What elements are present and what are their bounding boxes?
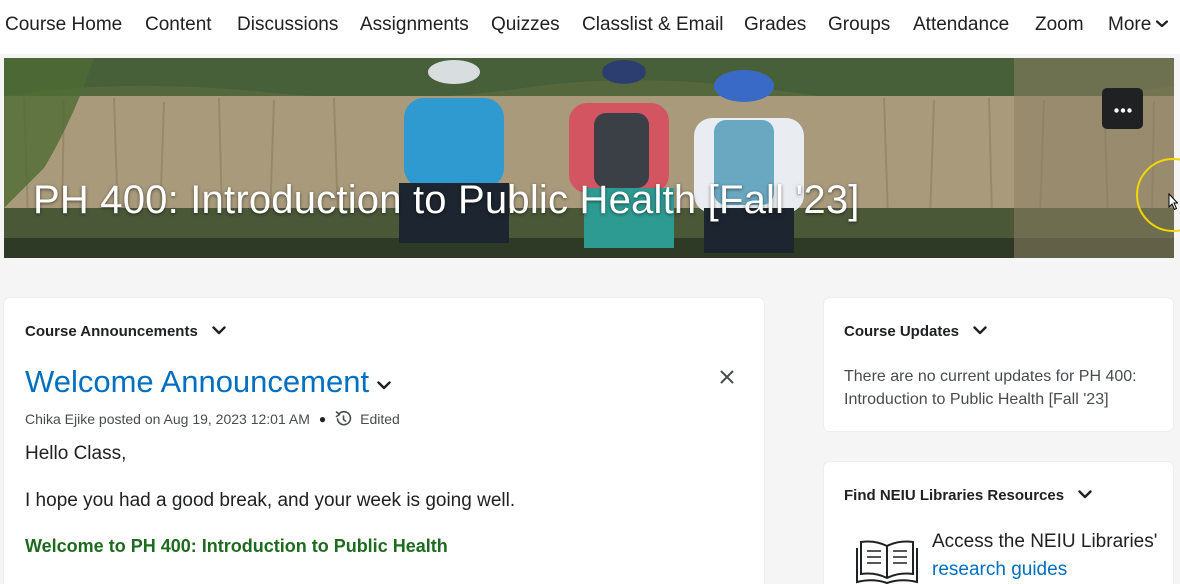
nav-classlist-email[interactable]: Classlist & Email bbox=[582, 14, 723, 36]
separator-dot: ● bbox=[318, 411, 327, 426]
library-header: Find NEIU Libraries Resources bbox=[844, 487, 1092, 504]
nav-more-dropdown[interactable]: More bbox=[1108, 12, 1169, 36]
chevron-down-icon[interactable] bbox=[377, 377, 391, 395]
ellipsis-icon bbox=[1113, 100, 1132, 118]
nav-zoom[interactable]: Zoom bbox=[1035, 14, 1084, 36]
banner-options-button[interactable] bbox=[1102, 88, 1143, 129]
nav-grades[interactable]: Grades bbox=[744, 14, 806, 36]
course-updates-message: There are no current updates for PH 400:… bbox=[844, 368, 1137, 408]
edited-label: Edited bbox=[360, 410, 400, 427]
edited-history-icon bbox=[335, 410, 352, 427]
announcements-header-label: Course Announcements bbox=[25, 323, 198, 340]
nav-assignments[interactable]: Assignments bbox=[360, 14, 469, 36]
library-description: Access the NEIU Libraries' research guid… bbox=[932, 528, 1172, 584]
mouse-pointer-icon bbox=[1168, 193, 1178, 211]
chevron-down-icon[interactable] bbox=[973, 322, 987, 339]
nav-groups[interactable]: Groups bbox=[828, 14, 890, 36]
nav-course-home[interactable]: Course Home bbox=[5, 14, 122, 36]
course-title: PH 400: Introduction to Public Health [F… bbox=[33, 178, 860, 222]
announcement-title-link[interactable]: Welcome Announcement bbox=[25, 364, 369, 400]
announcement-author-date: Chika Ejike posted on Aug 19, 2023 12:01… bbox=[25, 410, 310, 427]
announcement-paragraph: I hope you had a good break, and your we… bbox=[25, 490, 516, 511]
close-icon[interactable] bbox=[720, 370, 734, 389]
nav-attendance[interactable]: Attendance bbox=[913, 14, 1009, 36]
chevron-down-icon[interactable] bbox=[212, 322, 226, 339]
announcement-meta: Chika Ejike posted on Aug 19, 2023 12:01… bbox=[25, 410, 400, 427]
chevron-down-icon bbox=[1156, 12, 1169, 34]
announcement-highlight: Welcome to PH 400: Introduction to Publi… bbox=[25, 536, 448, 556]
library-header-label: Find NEIU Libraries Resources bbox=[844, 487, 1065, 504]
nav-discussions[interactable]: Discussions bbox=[237, 14, 338, 36]
banner-image bbox=[4, 58, 1174, 258]
library-text: Access the NEIU Libraries' bbox=[932, 531, 1158, 552]
announcements-widget: Course Announcements Welcome Announcemen… bbox=[4, 298, 764, 584]
research-guides-link[interactable]: research guides bbox=[932, 559, 1067, 580]
nav-more-label: More bbox=[1108, 14, 1152, 35]
book-icon bbox=[855, 538, 919, 584]
nav-quizzes[interactable]: Quizzes bbox=[491, 14, 560, 36]
nav-content[interactable]: Content bbox=[145, 14, 212, 36]
course-banner: PH 400: Introduction to Public Health [F… bbox=[4, 58, 1174, 258]
course-navbar: Course Home Content Discussions Assignme… bbox=[0, 0, 1180, 54]
chevron-down-icon[interactable] bbox=[1078, 486, 1092, 503]
library-resources-widget: Find NEIU Libraries Resources Access the… bbox=[824, 462, 1173, 584]
announcements-header: Course Announcements bbox=[25, 323, 226, 340]
announcement-greeting: Hello Class, bbox=[25, 443, 127, 464]
course-updates-header: Course Updates bbox=[844, 323, 987, 340]
course-updates-widget: Course Updates There are no current upda… bbox=[824, 298, 1173, 431]
course-updates-header-label: Course Updates bbox=[844, 323, 960, 340]
